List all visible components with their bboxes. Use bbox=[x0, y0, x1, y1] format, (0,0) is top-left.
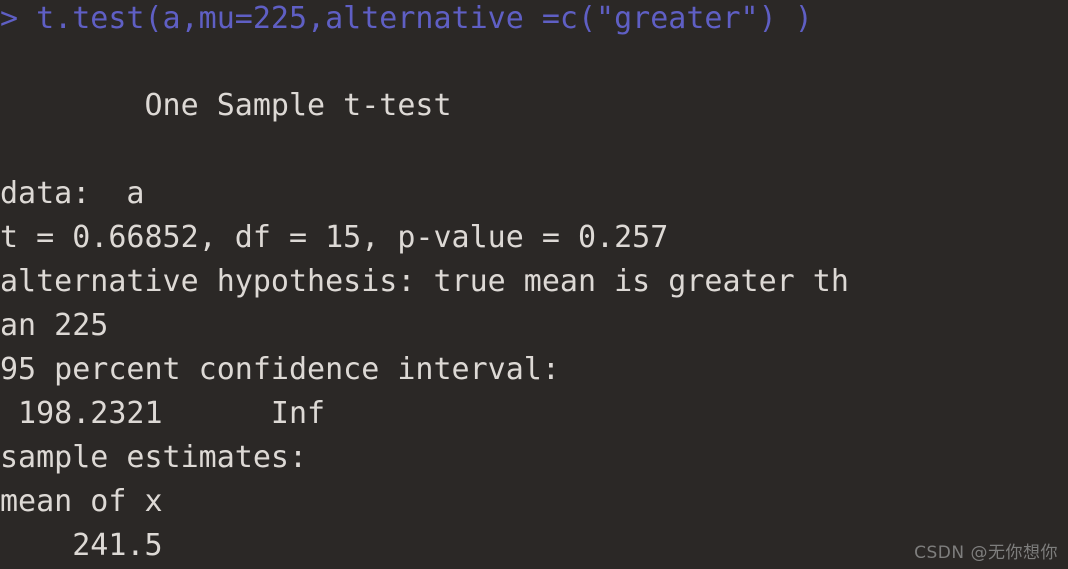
csdn-watermark: CSDN @无你想你 bbox=[914, 543, 1058, 563]
confidence-interval-values-line: 198.2321 Inf bbox=[0, 396, 326, 431]
mean-of-x-label-line: mean of x bbox=[0, 484, 163, 519]
terminal-console[interactable]: > t.test(a,mu=225,alternative =c("greate… bbox=[0, 0, 1068, 569]
output-block: One Sample t-test data: a t = 0.66852, d… bbox=[0, 84, 1068, 568]
sample-estimates-label-line: sample estimates: bbox=[0, 440, 308, 475]
alternative-hypothesis-wrap-line: an 225 bbox=[0, 308, 109, 343]
test-title-line: One Sample t-test bbox=[0, 88, 452, 123]
data-label-line: data: a bbox=[0, 176, 145, 211]
confidence-interval-label-line: 95 percent confidence interval: bbox=[0, 352, 560, 387]
r-command-line[interactable]: > t.test(a,mu=225,alternative =c("greate… bbox=[0, 0, 1068, 41]
command-line-container: > t.test(a,mu=225,alternative =c("greate… bbox=[0, 0, 1068, 41]
mean-of-x-value-line: 241.5 bbox=[0, 528, 163, 563]
test-statistics-line: t = 0.66852, df = 15, p-value = 0.257 bbox=[0, 220, 669, 255]
alternative-hypothesis-line: alternative hypothesis: true mean is gre… bbox=[0, 264, 849, 299]
